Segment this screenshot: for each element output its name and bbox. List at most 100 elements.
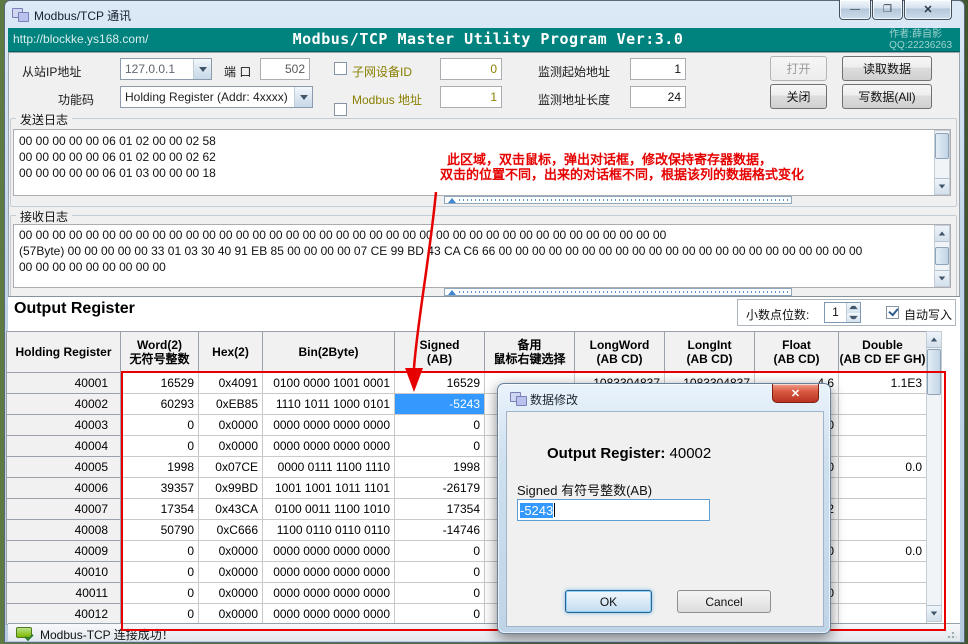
scroll-down-icon[interactable] <box>935 270 949 286</box>
cell-word[interactable]: 0 <box>121 562 199 583</box>
cell-word[interactable]: 50790 <box>121 520 199 541</box>
dropdown-arrow-icon[interactable] <box>294 87 312 107</box>
cell-bin[interactable]: 0000 0000 0000 0000 <box>263 604 395 625</box>
cell-bin[interactable]: 0100 0000 1001 0001 <box>263 373 395 394</box>
cell-double[interactable] <box>839 520 927 541</box>
cell-bin[interactable]: 0100 0011 1100 1010 <box>263 499 395 520</box>
cell-double[interactable] <box>839 583 927 604</box>
spinner-up-icon[interactable] <box>847 303 860 313</box>
cell-word[interactable]: 16529 <box>121 373 199 394</box>
cell-bin[interactable]: 1001 1001 1011 1101 <box>263 478 395 499</box>
cell-hex[interactable]: 0x0000 <box>199 541 263 562</box>
read-data-button[interactable]: 读取数据 <box>842 56 932 81</box>
cell-double[interactable]: 0.0 <box>839 541 927 562</box>
dialog-close-button[interactable]: ✕ <box>772 384 819 403</box>
port-field[interactable]: 502 <box>260 58 310 80</box>
cell-word[interactable]: 0 <box>121 415 199 436</box>
write-data-button[interactable]: 写数据(All) <box>842 84 932 109</box>
cell-signed[interactable]: -26179 <box>395 478 485 499</box>
table-scrollbar[interactable] <box>926 331 942 622</box>
spinner-down-icon[interactable] <box>847 313 860 323</box>
cell-hex[interactable]: 0xC666 <box>199 520 263 541</box>
subnet-id-field[interactable]: 0 <box>440 58 502 80</box>
recv-log-textarea[interactable]: 00 00 00 00 00 00 00 00 00 00 00 00 00 0… <box>13 224 951 288</box>
cell-signed[interactable]: 1998 <box>395 457 485 478</box>
cell-signed[interactable]: 0 <box>395 436 485 457</box>
cell-hex[interactable]: 0x0000 <box>199 415 263 436</box>
dropdown-arrow-icon[interactable] <box>193 59 211 79</box>
cell-bin[interactable]: 1100 0110 0110 0110 <box>263 520 395 541</box>
scroll-left-icon[interactable] <box>448 198 456 203</box>
monitor-len-field[interactable]: 24 <box>630 86 686 108</box>
cell-double[interactable]: 0.0 <box>839 457 927 478</box>
cell-signed[interactable]: -14746 <box>395 520 485 541</box>
close-connection-button[interactable]: 关闭 <box>770 84 827 109</box>
cell-hex[interactable]: 0x4091 <box>199 373 263 394</box>
cell-signed[interactable]: 0 <box>395 604 485 625</box>
cell-bin[interactable]: 0000 0000 0000 0000 <box>263 415 395 436</box>
cell-double[interactable] <box>839 478 927 499</box>
scroll-left-icon[interactable] <box>448 290 456 295</box>
decimal-places-spinner[interactable]: 1 <box>824 302 861 323</box>
cell-hex[interactable]: 0x0000 <box>199 604 263 625</box>
cell-word[interactable]: 0 <box>121 583 199 604</box>
scrollbar-thumb[interactable] <box>927 349 941 395</box>
cell-bin[interactable]: 0000 0111 1100 1110 <box>263 457 395 478</box>
dialog-value-input[interactable]: -5243 <box>517 499 710 521</box>
send-log-hscrollbar[interactable] <box>444 196 792 204</box>
dialog-ok-button[interactable]: OK <box>565 590 652 613</box>
subnet-id-checkbox[interactable] <box>334 62 347 75</box>
cell-signed[interactable]: -5243 <box>395 394 485 415</box>
cell-signed[interactable]: 16529 <box>395 373 485 394</box>
scrollbar-thumb[interactable] <box>935 247 949 265</box>
cell-word[interactable]: 17354 <box>121 499 199 520</box>
cell-double[interactable] <box>839 562 927 583</box>
cell-word[interactable]: 60293 <box>121 394 199 415</box>
cell-double[interactable]: 1.1E3 <box>839 373 927 394</box>
slave-ip-combo[interactable]: 127.0.0.1 <box>120 58 212 80</box>
cell-signed[interactable]: 0 <box>395 562 485 583</box>
modbus-addr-checkbox[interactable] <box>334 103 347 116</box>
recv-log-scrollbar[interactable] <box>934 225 950 287</box>
title-bar[interactable]: Modbus/TCP 通讯 — ❐ ✕ <box>4 0 964 28</box>
scrollbar-thumb[interactable] <box>935 133 949 159</box>
cell-double[interactable] <box>839 499 927 520</box>
scroll-up-icon[interactable] <box>935 226 949 242</box>
cell-double[interactable] <box>839 415 927 436</box>
cell-signed[interactable]: 0 <box>395 541 485 562</box>
scroll-down-icon[interactable] <box>927 605 941 621</box>
cell-word[interactable]: 1998 <box>121 457 199 478</box>
close-window-button[interactable]: ✕ <box>904 0 952 20</box>
scroll-up-icon[interactable] <box>927 332 941 348</box>
dialog-cancel-button[interactable]: Cancel <box>677 590 771 613</box>
cell-bin[interactable]: 0000 0000 0000 0000 <box>263 436 395 457</box>
maximize-button[interactable]: ❐ <box>872 0 903 20</box>
cell-bin[interactable]: 1110 1011 1000 0101 <box>263 394 395 415</box>
cell-hex[interactable]: 0x0000 <box>199 436 263 457</box>
cell-signed[interactable]: 0 <box>395 415 485 436</box>
cell-double[interactable] <box>839 394 927 415</box>
func-code-combo[interactable]: Holding Register (Addr: 4xxxx) <box>120 86 313 108</box>
resize-grip[interactable] <box>947 629 957 639</box>
cell-double[interactable] <box>839 604 927 625</box>
cell-hex[interactable]: 0xEB85 <box>199 394 263 415</box>
send-log-scrollbar[interactable] <box>934 130 950 195</box>
cell-word[interactable]: 0 <box>121 541 199 562</box>
cell-word[interactable]: 0 <box>121 604 199 625</box>
recv-log-hscrollbar[interactable] <box>444 288 792 296</box>
cell-word[interactable]: 39357 <box>121 478 199 499</box>
cell-hex[interactable]: 0x0000 <box>199 583 263 604</box>
modbus-addr-field[interactable]: 1 <box>440 86 502 108</box>
cell-double[interactable] <box>839 436 927 457</box>
cell-word[interactable]: 0 <box>121 436 199 457</box>
cell-hex[interactable]: 0x43CA <box>199 499 263 520</box>
cell-signed[interactable]: 0 <box>395 583 485 604</box>
monitor-start-field[interactable]: 1 <box>630 58 686 80</box>
open-button[interactable]: 打开 <box>770 56 827 81</box>
cell-signed[interactable]: 17354 <box>395 499 485 520</box>
auto-write-checkbox[interactable] <box>886 306 899 319</box>
scroll-down-icon[interactable] <box>935 178 949 194</box>
cell-hex[interactable]: 0x99BD <box>199 478 263 499</box>
cell-bin[interactable]: 0000 0000 0000 0000 <box>263 583 395 604</box>
cell-bin[interactable]: 0000 0000 0000 0000 <box>263 562 395 583</box>
